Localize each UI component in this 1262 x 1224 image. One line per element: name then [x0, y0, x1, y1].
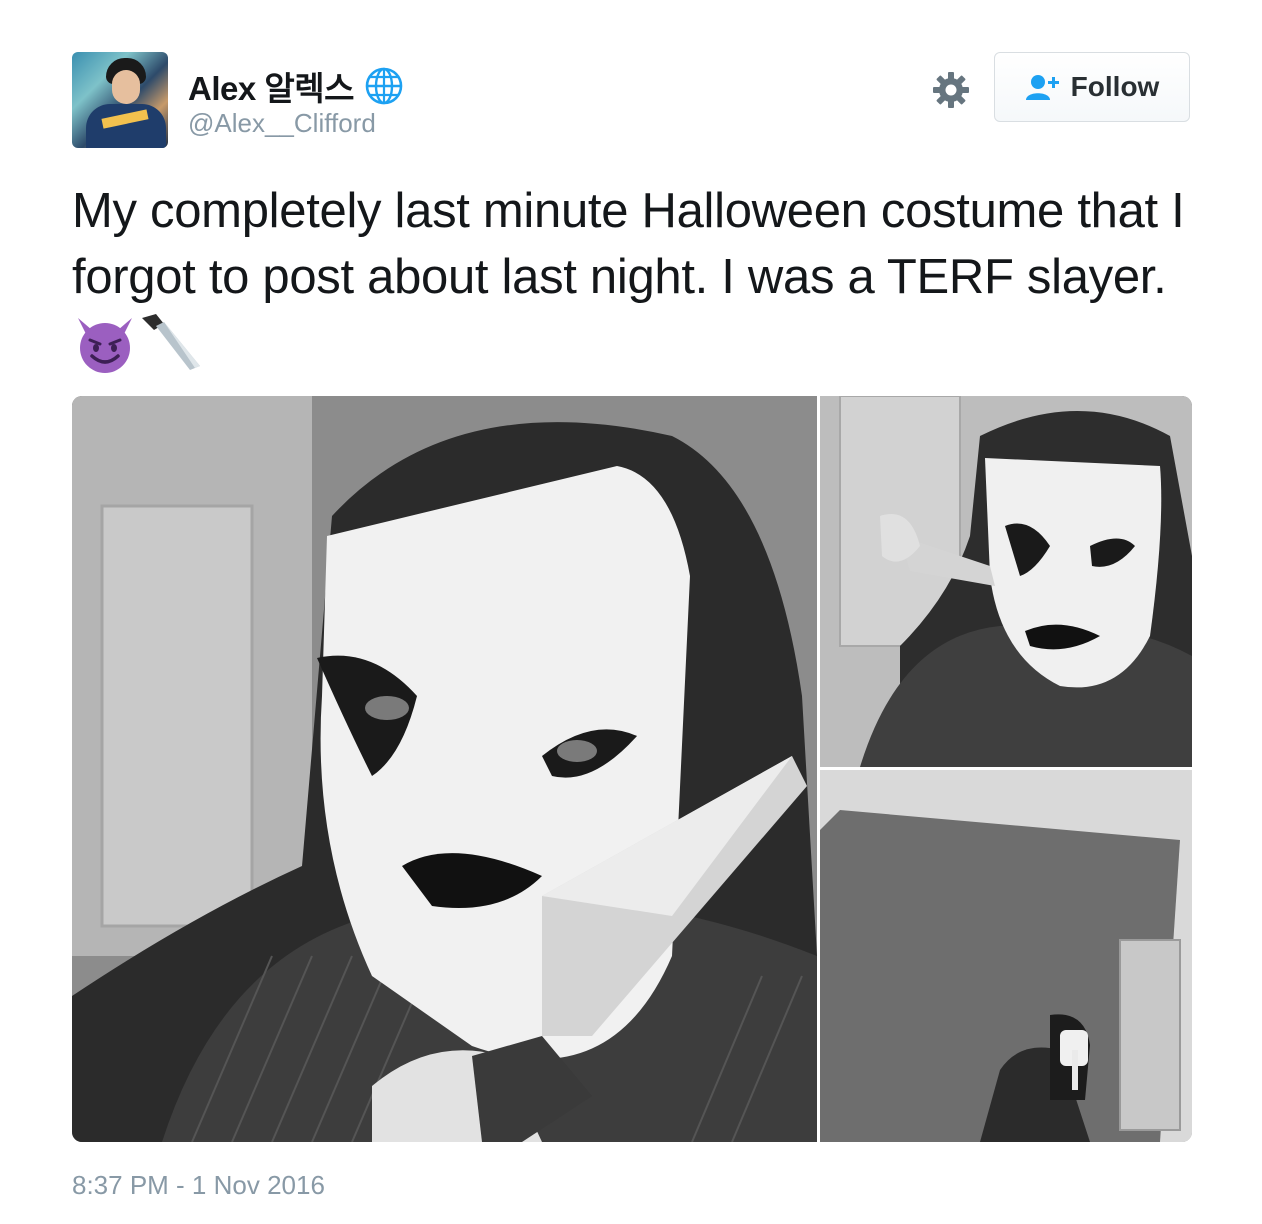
globe-icon [365, 67, 403, 105]
follow-user-icon [1025, 75, 1059, 100]
display-name[interactable]: Alex 알렉스 [188, 62, 354, 110]
follow-button[interactable]: Follow [994, 52, 1190, 122]
gear-icon[interactable] [932, 71, 970, 109]
smiling-imp-emoji [78, 318, 132, 373]
tweet-media-grid [72, 396, 1192, 1142]
user-name-row: Alex 알렉스 [188, 62, 404, 110]
photo-top-right-image [820, 396, 1192, 767]
user-handle[interactable]: @Alex__Clifford [188, 108, 376, 139]
photo-top-right[interactable] [820, 396, 1192, 767]
photo-main[interactable] [72, 396, 817, 1142]
follow-button-label: Follow [1070, 71, 1160, 102]
tweet-text: My completely last minute Halloween cost… [72, 178, 1212, 379]
tweet-text-content: My completely last minute Halloween cost… [72, 184, 1185, 304]
photo-bottom-right-image [820, 770, 1192, 1142]
tweet-timestamp[interactable]: 8:37 PM - 1 Nov 2016 [72, 1170, 325, 1201]
photo-main-image [72, 396, 817, 1142]
avatar[interactable] [72, 52, 168, 148]
avatar-figure-body [86, 104, 166, 148]
knife-emoji [142, 314, 200, 370]
avatar-figure-face [112, 70, 140, 104]
photo-bottom-right[interactable] [820, 770, 1192, 1142]
